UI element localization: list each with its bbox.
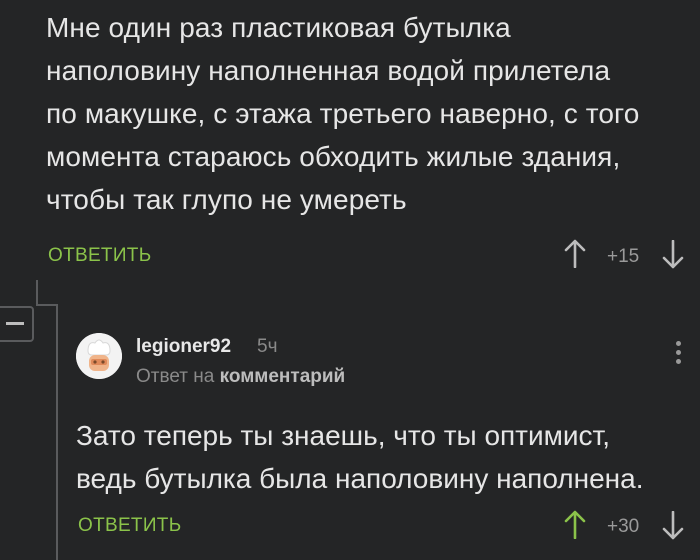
more-vertical-icon[interactable] — [668, 338, 688, 374]
arrow-down-icon[interactable] — [662, 239, 684, 270]
reply-line: ведь бутылка была наполовину наполнена. — [76, 463, 644, 494]
comment-line: по макушке, с этажа третьего наверно, с … — [46, 98, 640, 129]
reply-button[interactable]: ОТВЕТИТЬ — [78, 515, 181, 537]
reply-line: Зато теперь ты знаешь, что ты оптимист, — [76, 420, 611, 451]
chef-avatar-icon — [76, 333, 122, 379]
minus-icon — [6, 322, 24, 325]
reply-button[interactable]: ОТВЕТИТЬ — [48, 245, 151, 267]
comment-line: момента стараюсь обходить жилые здания, — [46, 141, 621, 172]
comment-line: наполовину наполненная водой прилетела — [46, 55, 611, 86]
arrow-down-icon[interactable] — [662, 510, 684, 541]
username[interactable]: legioner92 — [136, 336, 231, 358]
reply-to-prefix: Ответ на — [136, 366, 215, 387]
comment-line: чтобы так глупо не умереть — [46, 184, 407, 215]
arrow-up-icon[interactable] — [564, 509, 586, 540]
vote-score: +15 — [607, 246, 640, 267]
avatar[interactable] — [76, 333, 122, 379]
reply-body: Зато теперь ты знаешь, что ты оптимист, … — [76, 414, 696, 500]
reply-to-link[interactable]: комментарий — [220, 366, 346, 387]
thread-branch — [36, 304, 58, 306]
comment-actions: ОТВЕТИТЬ +15 — [0, 236, 700, 276]
comment-body: Мне один раз пластиковая бутылка наполов… — [46, 6, 686, 221]
vote-score: +30 — [607, 516, 640, 537]
timestamp: 5ч — [257, 336, 278, 357]
reply-to-label: Ответ на комментарий — [136, 366, 345, 388]
thread-line — [36, 280, 38, 306]
comment-line: Мне один раз пластиковая бутылка — [46, 12, 511, 43]
reply-actions: ОТВЕТИТЬ +30 — [0, 506, 700, 546]
arrow-up-icon[interactable] — [564, 238, 586, 269]
collapse-thread-button[interactable] — [0, 306, 34, 342]
